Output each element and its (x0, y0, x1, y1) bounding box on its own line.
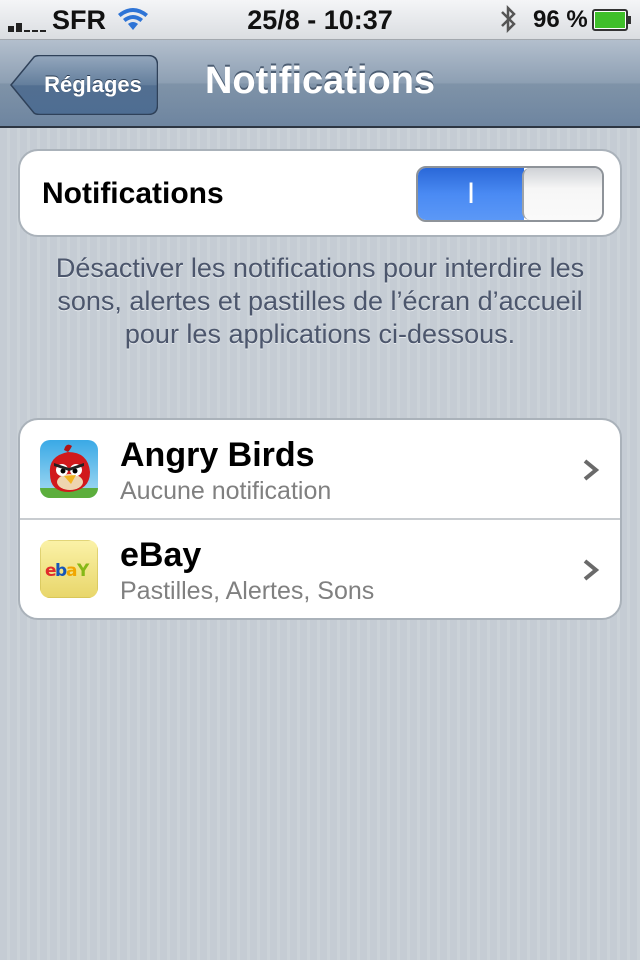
toggle-knob[interactable] (522, 168, 602, 220)
ebay-icon: e b a Y (40, 540, 98, 598)
notifications-description: Désactiver les notifications pour interd… (55, 253, 585, 349)
page-title: Notifications (204, 60, 436, 102)
notifications-group: Notifications I (18, 149, 622, 237)
back-button-label: Réglages (44, 72, 142, 97)
svg-text:a: a (66, 561, 77, 581)
toggle-on-side: I (418, 168, 524, 220)
navigation-bar: Réglages Notifications (0, 40, 640, 128)
list-item-angry-birds[interactable]: Angry Birds Aucune notification (20, 420, 620, 520)
chevron-right-icon (583, 459, 600, 481)
notifications-toggle[interactable]: I (416, 166, 604, 222)
status-bar: SFR 25/8 - 10:37 96 % (0, 0, 640, 40)
svg-text:Y: Y (76, 561, 90, 581)
chevron-right-icon (583, 559, 600, 581)
toggle-on-text: I (466, 177, 476, 210)
angry-birds-icon (40, 440, 98, 498)
app-name: Angry Birds (120, 436, 315, 474)
notifications-label: Notifications (42, 177, 224, 210)
apps-list: Angry Birds Aucune notification e b a Y … (18, 418, 622, 620)
bluetooth-icon (501, 4, 516, 34)
list-item-ebay[interactable]: e b a Y eBay Pastilles, Alertes, Sons (20, 520, 620, 618)
battery-icon (592, 9, 631, 31)
app-name: eBay (120, 536, 202, 574)
battery-percent: 96 % (533, 6, 588, 33)
app-notification-summary: Aucune notification (120, 477, 332, 505)
app-notification-summary: Pastilles, Alertes, Sons (120, 577, 375, 605)
